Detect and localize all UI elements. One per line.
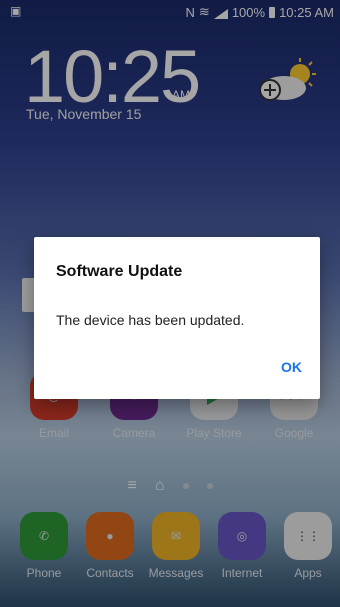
software-update-dialog: Software Update The device has been upda…	[34, 237, 320, 399]
ok-button[interactable]: OK	[281, 359, 302, 375]
dialog-title: Software Update	[56, 263, 183, 280]
dialog-message: The device has been updated.	[56, 312, 245, 328]
